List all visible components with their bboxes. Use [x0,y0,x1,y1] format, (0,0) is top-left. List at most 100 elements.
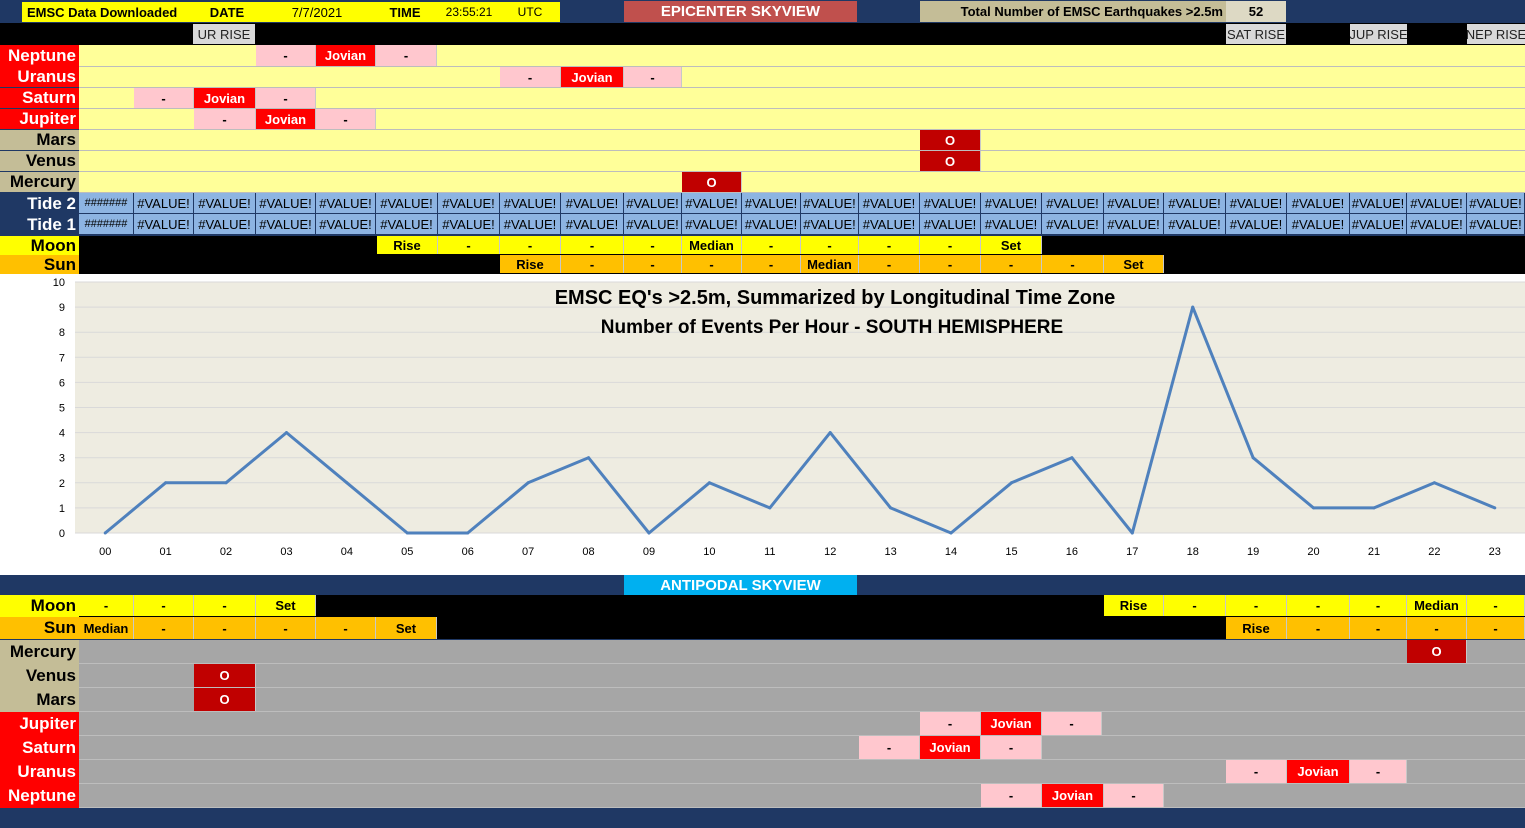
chart-y-tick-label: 9 [59,302,65,314]
chart-x-tick-label: 19 [1247,546,1259,558]
antipodal-saturn-label: Saturn [0,736,79,760]
epicenter-moon-median: Median [682,236,742,254]
antipodal-uranus-cell: - [1226,760,1287,783]
tide1-value-cell: #VALUE! [920,214,981,234]
tide2-value-cell: #VALUE! [1350,193,1407,213]
antipodal-moon-cell: - [1350,595,1407,616]
tide2-value-cell: #VALUE! [682,193,742,213]
chart-x-tick-label: 15 [1005,546,1017,558]
tide1-value-cell: #VALUE! [500,214,561,234]
epicenter-uranus-cell: - [624,67,682,87]
chart-x-tick-label: 14 [945,546,957,558]
epicenter-sun-median: Median [801,255,859,273]
chart-x-tick-label: 11 [764,546,775,558]
epicenter-saturn-jovian: Jovian [194,88,256,108]
antipodal-moon-label: Moon [0,595,79,617]
tide2-value-cell: #VALUE! [981,193,1042,213]
chart-data-point [828,431,832,435]
epicenter-jupiter-jovian: Jovian [256,109,316,129]
tide1-value-cell: #VALUE! [682,214,742,234]
antipodal-moon-median: Median [1407,595,1467,616]
chart-y-tick-labels: 0 1 2 3 4 5 6 7 8 9 10 [53,277,65,540]
antipodal-moon-cell: - [134,595,194,616]
total-earthquakes-label: Total Number of EMSC Earthquakes >2.5m [920,1,1226,22]
tide1-value-cell: #VALUE! [194,214,256,234]
chart-x-tick-label: 20 [1307,546,1319,558]
chart-data-point [1312,506,1316,510]
epicenter-sun-cell: - [1042,255,1104,273]
antipodal-moon-cell: - [1226,595,1287,616]
tide2-value-cell: #VALUE! [859,193,920,213]
antipodal-jupiter-cell: - [920,712,981,735]
antipodal-mercury-marker: O [1407,640,1467,663]
tide1-value-cell: #VALUE! [561,214,624,234]
epicenter-moon-rise: Rise [377,236,438,254]
antipodal-saturn-cell: - [859,736,920,759]
tide1-value-cell: #VALUE! [981,214,1042,234]
epicenter-venus-marker: O [920,151,981,171]
antipodal-sun-cell: - [1407,617,1467,639]
chart-x-tick-label: 18 [1187,546,1199,558]
antipodal-skyview-title: ANTIPODAL SKYVIEW [624,575,857,595]
chart-y-tick-label: 3 [59,453,65,465]
epicenter-jupiter-cell: - [194,109,256,129]
epicenter-uranus-jovian: Jovian [561,67,624,87]
chart-data-point [587,456,591,460]
chart-data-point [1372,506,1376,510]
antipodal-mars-row [79,688,1525,712]
antipodal-neptune-jovian: Jovian [1042,784,1104,807]
chart-x-tick-label: 12 [824,546,836,558]
date-label: DATE [192,2,262,22]
epicenter-sun-cell: - [682,255,742,273]
epicenter-moon-cell: - [561,236,624,254]
antipodal-sun-cell: - [194,617,256,639]
tide1-row: ####### #VALUE! #VALUE! #VALUE! #VALUE! #VALU… [79,214,1525,235]
antipodal-jupiter-row [79,712,1525,736]
antipodal-mars-marker: O [194,688,256,711]
tide1-value-cell: #VALUE! [742,214,801,234]
chart-data-point [707,481,711,485]
chart-x-tick-label: 09 [643,546,655,558]
epicenter-moon-cell: - [500,236,561,254]
chart-x-tick-labels: 00 01 02 03 04 05 06 07 08 09 10 11 12 13 14 15 16 17 18 19… [99,546,1501,558]
chart-data-point [1191,305,1195,309]
tide2-value-cell: #VALUE! [316,193,376,213]
antipodal-neptune-label: Neptune [0,784,79,808]
epicenter-sun-rise: Rise [500,255,561,273]
downloaded-label: EMSC Data Downloaded [22,2,192,22]
chart-data-point [1432,481,1436,485]
epicenter-mars-marker: O [920,130,981,150]
antipodal-sun-cell: - [1287,617,1350,639]
tide1-value-cell: #VALUE! [1350,214,1407,234]
neptune-rise-label: NEP RISE [1467,24,1525,44]
chart-x-tick-label: 06 [462,546,474,558]
chart-data-point [526,481,530,485]
epicenter-saturn-label: Saturn [0,88,79,108]
chart-data-point [949,531,953,535]
tide1-value-cell: #VALUE! [1042,214,1104,234]
chart-data-point [466,531,470,535]
chart-data-point [1009,481,1013,485]
events-per-hour-chart: 012345678910 00 01 02 03 04 05 06 07 08 09 10 11 12 1… [53,277,1525,558]
chart-x-tick-label: 13 [885,546,897,558]
tide2-value-cell: #VALUE! [920,193,981,213]
chart-x-tick-label: 04 [341,546,353,558]
antipodal-jupiter-jovian: Jovian [981,712,1042,735]
tide1-value-cell: #VALUE! [859,214,920,234]
chart-title: EMSC EQ's >2.5m, Summarized by Longitudi… [555,287,1116,309]
antipodal-neptune-row [79,784,1525,808]
tide1-value-cell: #VALUE! [624,214,682,234]
chart-x-tick-label: 22 [1428,546,1440,558]
antipodal-sun-cell: - [256,617,316,639]
chart-x-tick-label: 05 [401,546,413,558]
tide1-value-cell: #VALUE! [256,214,316,234]
chart-y-tick-label: 6 [59,377,65,389]
epicenter-sun-cell: - [920,255,981,273]
tide2-value-cell: #VALUE! [742,193,801,213]
total-earthquakes-value: 52 [1226,1,1286,22]
epicenter-moon-label: Moon [0,236,79,255]
epicenter-mercury-row [79,172,1525,193]
time-label: TIME [372,2,438,22]
tide2-value-cell: #VALUE! [801,193,859,213]
chart-x-tick-label: 00 [99,546,111,558]
